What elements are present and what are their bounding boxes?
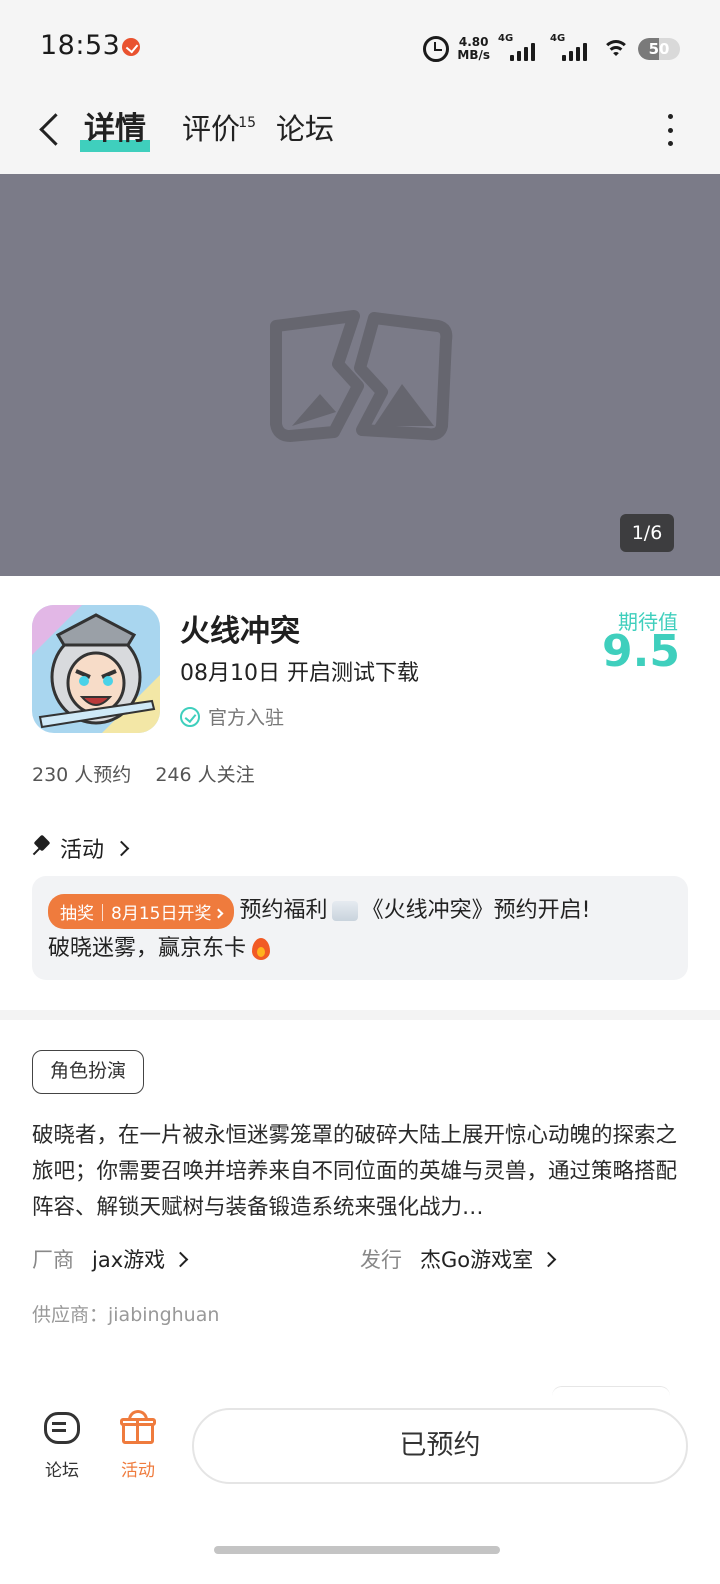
tab-details-label: 详情	[84, 111, 146, 147]
reservation-count: 230 人预约	[32, 764, 132, 786]
status-time: 18:53	[40, 30, 121, 61]
publisher-link[interactable]: 发行 杰Go游戏室	[360, 1244, 688, 1274]
review-count-badge: 15	[238, 115, 257, 131]
developer-link[interactable]: 厂商 jax游戏	[32, 1244, 360, 1274]
media-carousel[interactable]	[0, 174, 720, 576]
lottery-tag[interactable]: 抽奖｜8月15日开奖	[48, 893, 235, 929]
cellular-signal-icon-2: 4G	[550, 33, 594, 63]
chevron-right-icon	[113, 840, 130, 856]
battery-icon: 50	[638, 38, 680, 60]
bottom-activity-button[interactable]: 活动	[108, 1410, 168, 1481]
network-speed-unit: MB/s	[457, 48, 490, 62]
publisher-name: 杰Go游戏室	[420, 1248, 534, 1272]
game-title: 火线冲突	[180, 614, 300, 649]
top-nav-header: 详情 评价 15 论坛	[0, 96, 720, 174]
gift-icon	[120, 1410, 156, 1446]
activity-heading: 活动	[60, 838, 105, 863]
activity-text-1: 预约福利	[239, 898, 328, 923]
tab-reviews-label: 评价	[182, 112, 241, 146]
more-options-icon[interactable]	[660, 114, 680, 146]
developer-name: jax游戏	[92, 1248, 166, 1272]
check-circle-icon	[180, 706, 200, 727]
game-description[interactable]: 破晓者，在一片被永恒迷雾笼罩的破碎大陆上展开惊心动魄的探索之旅吧；你需要召唤并培…	[32, 1118, 688, 1226]
tab-details[interactable]: 详情	[80, 106, 150, 156]
chevron-right-icon	[540, 1251, 557, 1267]
home-indicator[interactable]	[214, 1546, 500, 1554]
floating-tab-edge	[552, 1386, 670, 1396]
activity-card[interactable]: 抽奖｜8月15日开奖 预约福利 《火线冲突》预约开启! 破晓迷雾，赢京东卡	[32, 876, 688, 980]
tab-forum[interactable]: 论坛	[276, 106, 334, 156]
developer-label: 厂商	[32, 1248, 74, 1272]
fire-emoji-icon	[252, 938, 271, 960]
bottom-forum-label: 论坛	[45, 1461, 79, 1481]
supplier-text: 供应商：jiabinghuan	[32, 1304, 220, 1326]
chat-bubble-icon	[42, 1410, 82, 1446]
notification-app-icon	[122, 38, 140, 56]
genre-tag[interactable]: 角色扮演	[32, 1050, 144, 1094]
bottom-activity-label: 活动	[121, 1461, 155, 1481]
game-app-icon[interactable]	[32, 605, 160, 733]
activity-text-2: 《火线冲突》预约开启!	[361, 898, 591, 923]
chevron-right-icon	[172, 1251, 189, 1267]
tab-forum-label: 论坛	[276, 112, 335, 146]
activity-section-header[interactable]: 活动	[32, 832, 130, 864]
carousel-page-indicator: 1/6	[620, 514, 674, 552]
section-divider	[0, 1010, 720, 1020]
follower-count: 246 人关注	[155, 764, 255, 786]
expectation-score: 9.5	[602, 626, 680, 677]
alarm-icon	[423, 36, 450, 62]
pin-icon	[32, 837, 50, 859]
status-bar: 18:53 4.80 MB/s 4G 4G 50	[0, 0, 720, 96]
publisher-label: 发行	[360, 1248, 402, 1272]
official-label: 官方入驻	[208, 707, 285, 729]
tab-reviews[interactable]: 评价 15	[182, 106, 256, 156]
bottom-forum-button[interactable]: 论坛	[32, 1410, 92, 1481]
stats-row: 230 人预约 246 人关注	[32, 760, 255, 787]
tab-bar: 详情 评价 15 论坛	[80, 106, 334, 156]
vendor-row: 厂商 jax游戏 发行 杰Go游戏室	[32, 1244, 688, 1274]
reserved-button[interactable]: 已预约	[192, 1408, 688, 1484]
status-icons: 4.80 MB/s 4G 4G 50	[423, 32, 680, 66]
battery-level: 50	[648, 40, 670, 58]
activity-text-3: 破晓迷雾，赢京东卡	[48, 936, 247, 961]
lottery-tag-label: 抽奖｜8月15日开奖	[60, 903, 212, 924]
wifi-icon	[602, 38, 630, 60]
official-badge: 官方入驻	[180, 703, 284, 730]
test-date-text: 08月10日 开启测试下载	[180, 661, 419, 686]
cellular-signal-icon: 4G	[498, 33, 542, 63]
fog-emoji-icon	[331, 901, 358, 921]
broken-image-icon	[270, 310, 453, 442]
network-speed: 4.80 MB/s	[457, 36, 490, 62]
chevron-right-icon	[214, 908, 224, 918]
back-icon[interactable]	[34, 110, 74, 150]
